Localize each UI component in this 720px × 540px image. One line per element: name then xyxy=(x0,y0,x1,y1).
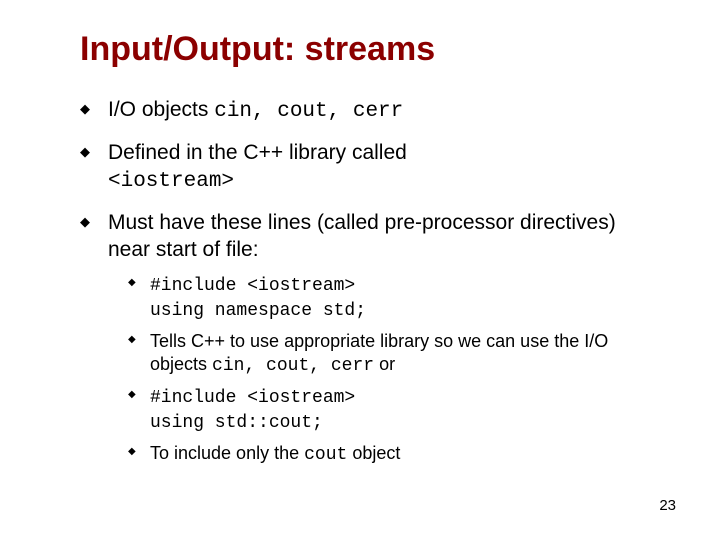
bullet-text: I/O objects xyxy=(108,98,214,121)
sub-bullet-item: To include only the cout object xyxy=(128,442,660,467)
code-text: cout xyxy=(304,445,347,465)
bullet-text: To include only the xyxy=(150,443,304,463)
code-text: using std::cout; xyxy=(150,413,323,433)
bullet-item: Must have these lines (called pre-proces… xyxy=(80,210,660,467)
sub-bullet-item: #include <iostream> using std::cout; xyxy=(128,385,660,434)
page-number: 23 xyxy=(659,497,676,514)
bullet-item: Defined in the C++ library called <iostr… xyxy=(80,140,660,196)
bullet-item: I/O objects cin, cout, cerr xyxy=(80,97,660,126)
code-text: <iostream> xyxy=(108,170,234,193)
sub-bullet-item: Tells C++ to use appropriate library so … xyxy=(128,330,660,377)
code-text: cin, cout, cerr xyxy=(214,100,403,123)
code-text: #include <iostream> xyxy=(150,276,355,296)
slide-title: Input/Output: streams xyxy=(80,30,660,69)
code-text: using namespace std; xyxy=(150,301,366,321)
bullet-list: I/O objects cin, cout, cerr Defined in t… xyxy=(80,97,660,467)
bullet-text: Must have these lines (called pre-proces… xyxy=(108,211,616,261)
code-text: cin, cout, cerr xyxy=(212,356,374,376)
slide: Input/Output: streams I/O objects cin, c… xyxy=(0,0,720,540)
sub-bullet-list: #include <iostream> using namespace std;… xyxy=(128,273,660,467)
bullet-text: object xyxy=(347,443,400,463)
bullet-text: or xyxy=(374,354,395,374)
bullet-text: Defined in the C++ library called xyxy=(108,141,407,164)
sub-bullet-item: #include <iostream> using namespace std; xyxy=(128,273,660,322)
code-text: #include <iostream> xyxy=(150,388,355,408)
